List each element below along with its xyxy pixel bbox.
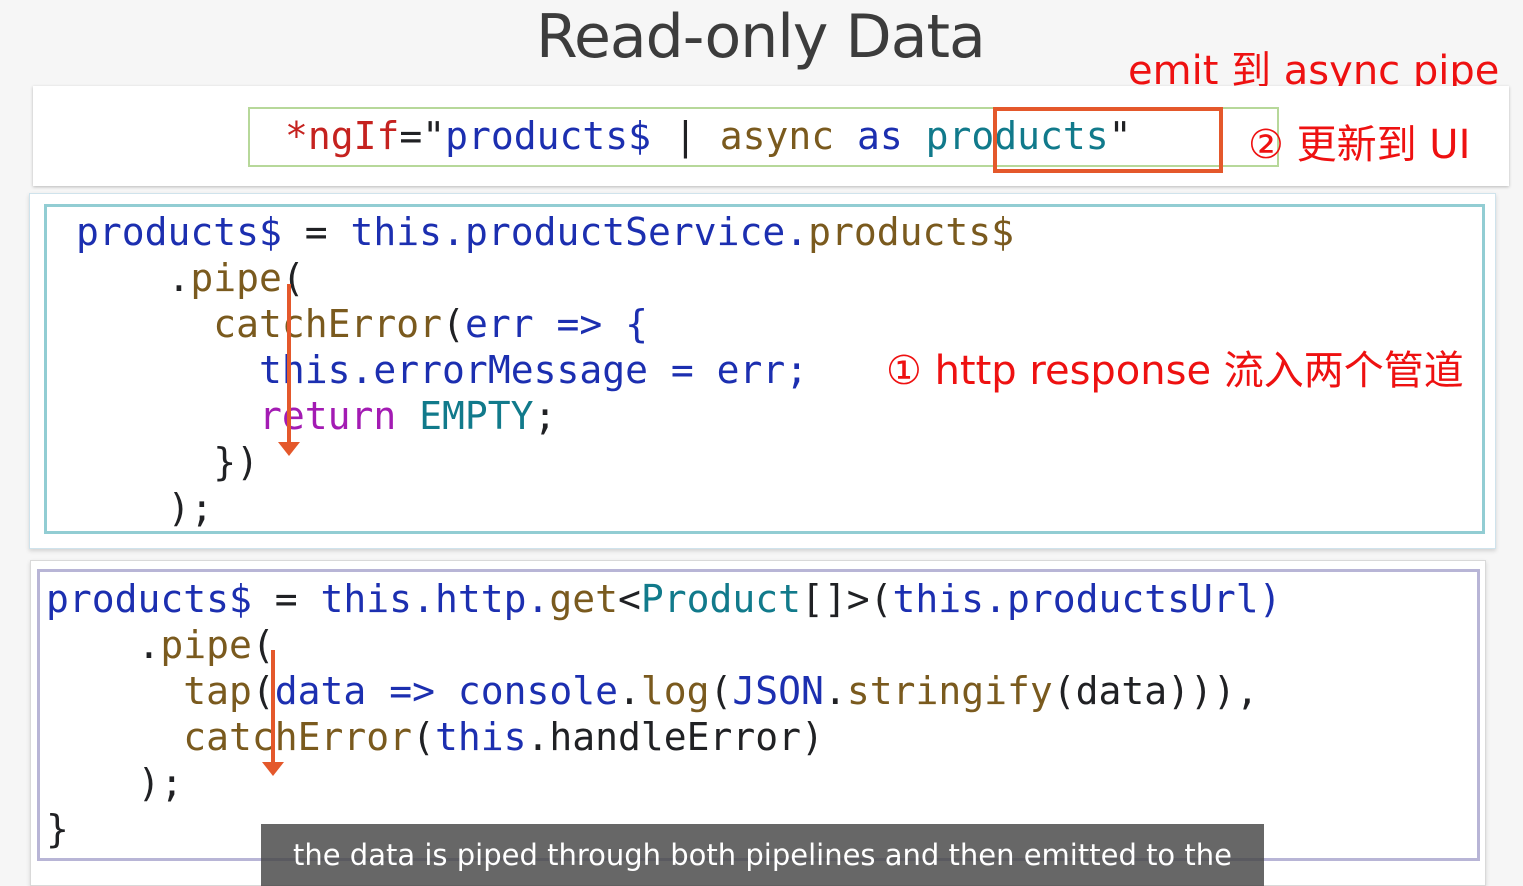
code-token: return — [76, 394, 397, 438]
code-token: => — [366, 669, 458, 713]
code-token: ( — [281, 256, 305, 300]
code-token: . — [46, 623, 161, 667]
code-token: = — [251, 577, 321, 621]
code-token: this — [76, 348, 351, 392]
code-token: products$ — [808, 210, 1015, 254]
code-token: products$ — [445, 114, 652, 158]
code-line: ); — [46, 760, 1281, 806]
code-token: get — [549, 577, 618, 621]
code-token: EMPTY — [396, 394, 534, 438]
code-token: stringify — [846, 669, 1053, 713]
code-line: .pipe( — [46, 622, 1281, 668]
code-token: } — [46, 807, 69, 851]
code-line: return EMPTY; — [76, 393, 1014, 439]
component-code: products$ = this.productService.products… — [76, 209, 1014, 531]
code-line: .pipe( — [76, 255, 1014, 301]
code-line: }) — [76, 439, 1014, 485]
code-token: catchError — [46, 715, 413, 759]
code-token: ( — [442, 302, 465, 346]
code-token: . — [823, 669, 847, 713]
flow-arrow-service-shaft — [271, 650, 275, 762]
code-token: }) — [76, 440, 260, 484]
service-code: products$ = this.http.get<Product[]>(thi… — [46, 576, 1281, 852]
code-token: products$ — [76, 210, 282, 254]
code-token: this — [892, 577, 985, 621]
code-line: this.errorMessage = err; — [76, 347, 1014, 393]
code-token: *ngIf — [285, 114, 400, 158]
code-token: catchError — [76, 302, 443, 346]
code-token: pipe — [190, 256, 282, 300]
code-token: JSON — [732, 669, 824, 713]
flow-arrow-service-head-icon — [262, 762, 284, 776]
code-line: catchError(err => { — [76, 301, 1014, 347]
code-token: this — [350, 210, 443, 254]
code-line: catchError(this.handleError) — [46, 714, 1281, 760]
code-line: ); — [76, 485, 1014, 531]
code-token: async — [719, 114, 835, 158]
annotation-update-ui: ② 更新到 UI — [1248, 122, 1471, 168]
code-token: =" — [399, 114, 446, 158]
code-token: (data))), — [1052, 669, 1259, 713]
code-token: .handleError) — [526, 715, 824, 759]
code-token: | — [651, 114, 720, 158]
code-token: data — [274, 669, 367, 713]
code-token: = — [281, 210, 351, 254]
code-line: products$ = this.productService.products… — [76, 209, 1014, 255]
flow-arrow-component-head-icon — [278, 442, 300, 456]
code-token: ( — [709, 669, 733, 713]
code-token: ; — [533, 394, 557, 438]
code-token: ); — [46, 761, 184, 805]
flow-arrow-component-shaft — [287, 284, 291, 444]
code-token: Product — [640, 577, 802, 621]
products-alias-highlight — [993, 107, 1223, 173]
video-subtitle: the data is piped through both pipelines… — [261, 824, 1264, 886]
code-line: products$ = this.http.get<Product[]>(thi… — [46, 576, 1281, 622]
code-token: log — [640, 669, 710, 713]
code-token: < — [617, 577, 641, 621]
code-token: this — [434, 715, 527, 759]
annotation-http-response: ① http response 流入两个管道 — [886, 348, 1464, 394]
code-token: console — [457, 669, 618, 713]
code-token: => { — [533, 302, 648, 346]
code-token: ( — [412, 715, 435, 759]
code-line: tap(data => console.log(JSON.stringify(d… — [46, 668, 1281, 714]
code-token: as — [856, 114, 903, 158]
code-token: this — [320, 577, 413, 621]
code-token: []>( — [801, 577, 893, 621]
code-token: err — [464, 302, 534, 346]
code-token: pipe — [160, 623, 252, 667]
code-token: . — [617, 669, 641, 713]
code-token: .productService. — [442, 210, 809, 254]
code-token: ); — [76, 486, 214, 530]
code-token: . — [76, 256, 191, 300]
page-title: Read-only Data — [536, 2, 986, 72]
code-token: .productsUrl) — [984, 577, 1282, 621]
code-token: .http. — [412, 577, 550, 621]
code-token: tap — [46, 669, 252, 713]
code-token: products$ — [46, 577, 252, 621]
code-token: .errorMessage = err; — [350, 348, 809, 392]
